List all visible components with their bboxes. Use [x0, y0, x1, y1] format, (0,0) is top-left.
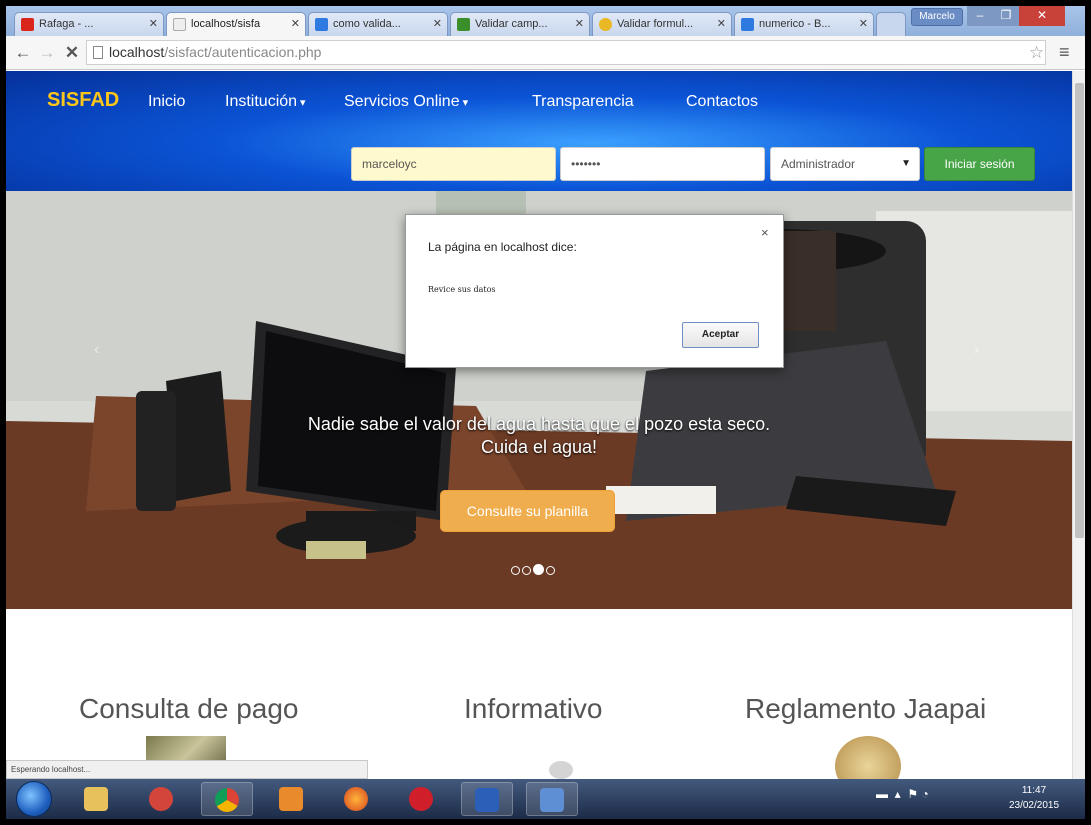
forward-icon[interactable]: → [36, 42, 58, 64]
username-input[interactable]: marceloyc [351, 147, 556, 181]
youtube-icon [21, 18, 34, 31]
nav-contactos[interactable]: Contactos [686, 93, 758, 111]
carousel-next-icon[interactable]: › [974, 341, 979, 359]
carousel-indicator-active[interactable] [533, 564, 544, 575]
taskbar-firefox[interactable] [331, 782, 383, 816]
alert-dialog: La página en localhost dice: × Revice su… [405, 214, 784, 368]
dropdown-arrow-icon: ▼ [901, 158, 911, 169]
show-hidden-icons[interactable]: ▴ [895, 787, 901, 801]
system-tray: ▬ ▴ ⚑ ◔ [876, 787, 929, 801]
role-select[interactable]: Administrador ▼ [770, 147, 920, 181]
minimize-button[interactable]: – [967, 6, 993, 26]
carousel-prev-icon[interactable]: ‹ [94, 341, 99, 359]
consult-payroll-button[interactable]: Consulte su planilla [440, 490, 615, 532]
tab-validar-campo[interactable]: Validar camp... ✕ [450, 12, 590, 36]
section-informativo: Informativo [464, 693, 603, 724]
dialog-message: Revice sus datos [428, 285, 496, 294]
media-icon [279, 787, 303, 811]
web-page: SISFAD Inicio Institución ▾ Servicios Onl… [6, 71, 1072, 779]
flag-icon[interactable]: ⚑ [907, 787, 918, 801]
carousel-caption: Nadie sabe el valor del agua hasta que e… [307, 414, 771, 457]
address-bar[interactable]: localhost/sisfact/autenticacion.php [86, 40, 1046, 65]
firefox-icon [344, 787, 368, 811]
site-icon [315, 18, 328, 31]
start-button[interactable] [16, 781, 52, 817]
keyboard-icon[interactable]: ▬ [876, 787, 888, 801]
scrollbar[interactable] [1072, 71, 1085, 779]
new-tab-button[interactable] [876, 12, 906, 36]
bookmark-star-icon[interactable]: ☆ [1029, 43, 1044, 63]
carousel-indicators [510, 562, 556, 575]
tab-strip: Rafaga - ... ✕ localhost/sisfa ✕ como va… [6, 6, 1085, 36]
taskbar-virtualbox[interactable] [526, 782, 578, 816]
menu-icon[interactable]: ≡ [1059, 42, 1070, 63]
taskbar-chrome[interactable] [201, 782, 253, 816]
caret-down-icon: ▾ [462, 97, 469, 109]
tab-como-validar[interactable]: como valida... ✕ [308, 12, 448, 36]
accept-button[interactable]: Aceptar [682, 322, 759, 348]
scroll-thumb[interactable] [1075, 83, 1084, 538]
nav-institucion[interactable]: Institución ▾ [225, 93, 306, 111]
dialog-title: La página en localhost dice: [428, 240, 577, 254]
back-icon[interactable]: ← [12, 42, 34, 64]
password-input[interactable]: ••••••• [560, 147, 765, 181]
windows-taskbar: ▬ ▴ ⚑ ◔ 11:47 23/02/2015 [6, 779, 1085, 819]
page-icon [173, 18, 186, 31]
close-window-button[interactable]: ✕ [1019, 6, 1065, 26]
tab-validar-formulario[interactable]: Validar formul... ✕ [592, 12, 732, 36]
carousel-indicator[interactable] [546, 566, 555, 575]
close-tab-icon[interactable]: ✕ [717, 17, 726, 30]
site-navbar: SISFAD Inicio Institución ▾ Servicios Onl… [6, 71, 1072, 191]
taskbar-media[interactable] [266, 782, 318, 816]
tab-localhost[interactable]: localhost/sisfa ✕ [166, 12, 306, 36]
browser-window: Rafaga - ... ✕ localhost/sisfa ✕ como va… [6, 6, 1085, 819]
site-brand[interactable]: SISFAD [47, 89, 119, 112]
regulation-image [835, 736, 901, 779]
caret-down-icon: ▾ [300, 97, 306, 109]
nav-inicio[interactable]: Inicio [148, 93, 185, 111]
close-tab-icon[interactable]: ✕ [149, 17, 158, 30]
login-button[interactable]: Iniciar sesión [924, 147, 1035, 181]
site-icon [457, 18, 470, 31]
section-reglamento: Reglamento Jaapai [745, 693, 987, 724]
close-tab-icon[interactable]: ✕ [859, 17, 868, 30]
profile-button[interactable]: Marcelo [911, 8, 963, 26]
close-tab-icon[interactable]: ✕ [291, 17, 300, 30]
site-icon [741, 18, 754, 31]
close-tab-icon[interactable]: ✕ [433, 17, 442, 30]
virtualbox-icon [540, 788, 564, 812]
site-icon [599, 18, 612, 31]
chrome-icon [215, 788, 239, 812]
info-image [549, 761, 573, 779]
close-tab-icon[interactable]: ✕ [575, 17, 584, 30]
app-icon [149, 787, 173, 811]
nav-servicios-online[interactable]: Servicios Online ▾ [344, 93, 468, 111]
carousel-indicator[interactable] [522, 566, 531, 575]
taskbar-app[interactable] [136, 782, 188, 816]
taskbar-word[interactable] [461, 782, 513, 816]
tab-rafaga[interactable]: Rafaga - ... ✕ [14, 12, 164, 36]
taskbar-opera[interactable] [396, 782, 448, 816]
section-consulta-de-pago: Consulta de pago [79, 693, 299, 724]
clock[interactable]: 11:47 23/02/2015 [994, 783, 1074, 813]
folder-icon [84, 787, 108, 811]
nav-transparencia[interactable]: Transparencia [532, 93, 634, 111]
browser-toolbar: ← → ✕ localhost/sisfact/autenticacion.ph… [6, 36, 1085, 70]
word-icon [475, 788, 499, 812]
stop-icon[interactable]: ✕ [61, 42, 83, 64]
network-icon[interactable]: ◔ [921, 787, 928, 801]
carousel-indicator[interactable] [511, 566, 520, 575]
close-icon[interactable]: × [761, 225, 769, 240]
opera-icon [409, 787, 433, 811]
tab-numerico[interactable]: numerico - B... ✕ [734, 12, 874, 36]
status-bar: Esperando localhost... [6, 760, 368, 779]
taskbar-explorer[interactable] [71, 782, 123, 816]
page-icon [93, 46, 103, 59]
maximize-button[interactable]: ❐ [993, 6, 1019, 26]
